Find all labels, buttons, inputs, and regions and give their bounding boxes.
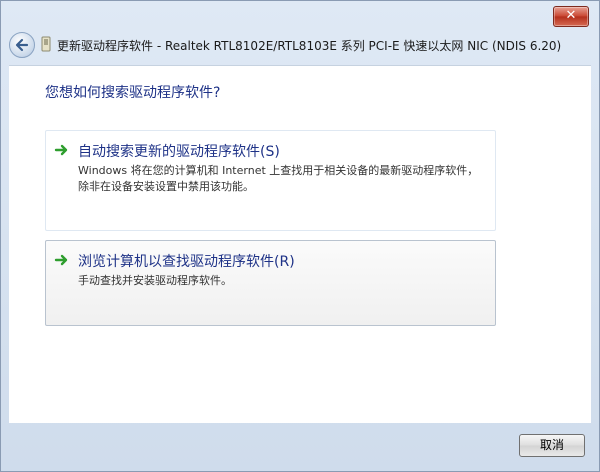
dialog-window: ✕ 更新驱动程序软件 - Realtek RTL8102E/RTL8103E 系…: [0, 0, 600, 472]
green-arrow-icon: [54, 254, 68, 266]
auto-search-option[interactable]: 自动搜索更新的驱动程序软件(S) Windows 将在您的计算机和 Intern…: [45, 130, 496, 231]
network-device-icon: [41, 36, 51, 52]
option-description: 手动查找并安装驱动程序软件。: [78, 274, 232, 287]
back-arrow-icon: [15, 38, 29, 52]
cancel-button[interactable]: 取消: [519, 434, 585, 457]
green-arrow-icon: [54, 144, 68, 156]
option-description: Windows 将在您的计算机和 Internet 上查找用于相关设备的最新驱动…: [78, 164, 479, 193]
option-title: 自动搜索更新的驱动程序软件(S): [78, 144, 280, 160]
page-heading: 您想如何搜索驱动程序软件?: [45, 85, 221, 101]
option-title: 浏览计算机以查找驱动程序软件(R): [78, 254, 295, 270]
footer-bar: 取消: [1, 424, 599, 471]
close-button[interactable]: ✕: [553, 6, 589, 27]
title-bar: ✕ 更新驱动程序软件 - Realtek RTL8102E/RTL8103E 系…: [1, 1, 599, 65]
browse-computer-option[interactable]: 浏览计算机以查找驱动程序软件(R) 手动查找并安装驱动程序软件。: [45, 240, 496, 326]
back-button[interactable]: [9, 32, 35, 58]
window-title: 更新驱动程序软件 - Realtek RTL8102E/RTL8103E 系列 …: [57, 39, 562, 53]
content-area: 您想如何搜索驱动程序软件? 自动搜索更新的驱动程序软件(S) Windows 将…: [9, 65, 591, 423]
